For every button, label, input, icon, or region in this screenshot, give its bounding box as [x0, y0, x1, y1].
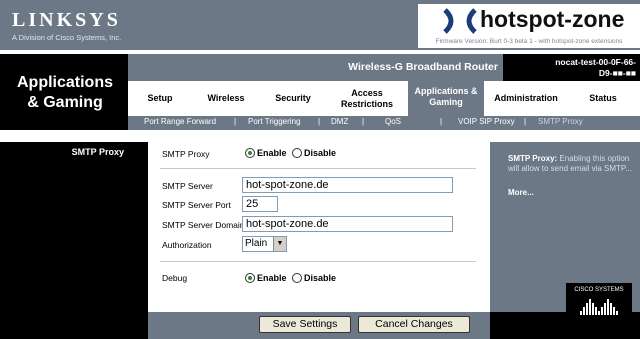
- subtab-dmz[interactable]: DMZ: [331, 117, 348, 126]
- page-section-title: Applications & Gaming: [6, 73, 124, 113]
- section-title-line-2: & Gaming: [27, 94, 103, 111]
- authorization-label: Authorization: [162, 240, 212, 250]
- hotspot-name: hotspot-zone: [480, 6, 625, 32]
- tab-access-restrictions[interactable]: Access Restrictions: [331, 81, 403, 116]
- router-admin-page: LINKSYS A Division of Cisco Systems, Inc…: [0, 0, 640, 339]
- subtab-smtp-proxy[interactable]: SMTP Proxy: [538, 117, 583, 126]
- help-text: SMTP Proxy: Enabling this option will al…: [508, 154, 636, 174]
- firmware-version: Firmware Version: Burt 0-3 beta 1 - with…: [435, 38, 623, 45]
- subtab-port-triggering[interactable]: Port Triggering: [248, 117, 300, 126]
- divider: [160, 261, 476, 262]
- disable-label: Disable: [304, 148, 337, 158]
- enable-radio[interactable]: [245, 148, 255, 158]
- tab-wireless[interactable]: Wireless: [200, 81, 252, 116]
- product-band: Wireless-G Broadband Router: [128, 54, 503, 81]
- tab-administration[interactable]: Administration: [486, 81, 566, 116]
- smtp-proxy-enable-option[interactable]: Enable: [245, 148, 287, 158]
- authorization-value: Plain: [245, 238, 268, 249]
- debug-enable-label: Enable: [257, 273, 287, 283]
- tab-applications-gaming[interactable]: Applications & Gaming: [408, 78, 484, 116]
- sub-tabs: Port Range Forward | Port Triggering | D…: [128, 116, 640, 130]
- authorization-select[interactable]: Plain ▼: [242, 236, 287, 252]
- help-title: SMTP Proxy:: [508, 154, 558, 163]
- debug-disable-option[interactable]: Disable: [292, 273, 336, 283]
- tab-security[interactable]: Security: [266, 81, 320, 116]
- cancel-changes-button[interactable]: Cancel Changes: [358, 316, 470, 333]
- debug-disable-radio[interactable]: [292, 273, 302, 283]
- section-title-line-1: Applications: [16, 74, 113, 91]
- enable-label: Enable: [257, 148, 287, 158]
- smtp-proxy-disable-option[interactable]: Disable: [292, 148, 336, 158]
- hotspot-logo-icon: [443, 8, 477, 34]
- debug-enable-option[interactable]: Enable: [245, 273, 287, 283]
- smtp-proxy-label: SMTP Proxy: [162, 149, 210, 159]
- left-side-panel: [0, 142, 148, 339]
- product-name: Wireless-G Broadband Router: [348, 61, 498, 73]
- linksys-logo: LINKSYS: [12, 9, 121, 31]
- device-name: nocat-test-00-0F-66- D9-■■-■■: [503, 54, 640, 81]
- smtp-port-label: SMTP Server Port: [162, 200, 231, 210]
- save-settings-button[interactable]: Save Settings: [259, 316, 351, 333]
- divider: [160, 168, 476, 169]
- subtab-voip-sip-proxy[interactable]: VOIP SIP Proxy: [458, 117, 515, 126]
- cisco-text: CISCO SYSTEMS: [574, 287, 624, 293]
- smtp-domain-input[interactable]: hot-spot-zone.de: [242, 216, 453, 232]
- debug-label: Debug: [162, 273, 188, 283]
- disable-radio[interactable]: [292, 148, 302, 158]
- linksys-subtitle: A Division of Cisco Systems, Inc.: [12, 33, 122, 42]
- tab-setup[interactable]: Setup: [134, 81, 186, 116]
- cisco-logo: CISCO SYSTEMS: [566, 283, 632, 323]
- device-name-line-2: D9-■■-■■: [598, 68, 636, 78]
- subtab-port-range-forward[interactable]: Port Range Forward: [144, 117, 216, 126]
- smtp-server-label: SMTP Server: [162, 181, 213, 191]
- main-tabs: Setup Wireless Security Access Restricti…: [128, 78, 640, 116]
- section-label: SMTP Proxy: [71, 147, 124, 157]
- debug-disable-label: Disable: [304, 273, 337, 283]
- subtab-qos[interactable]: QoS: [385, 117, 401, 126]
- debug-enable-radio[interactable]: [245, 273, 255, 283]
- device-name-line-1: nocat-test-00-0F-66-: [555, 57, 636, 67]
- chevron-down-icon[interactable]: ▼: [273, 237, 286, 251]
- smtp-domain-label: SMTP Server Domain: [162, 220, 245, 230]
- tab-status[interactable]: Status: [578, 81, 628, 116]
- more-link[interactable]: More...: [508, 188, 534, 197]
- cisco-bars-icon: [566, 297, 632, 315]
- smtp-server-input[interactable]: hot-spot-zone.de: [242, 177, 453, 193]
- smtp-port-input[interactable]: 25: [242, 196, 278, 212]
